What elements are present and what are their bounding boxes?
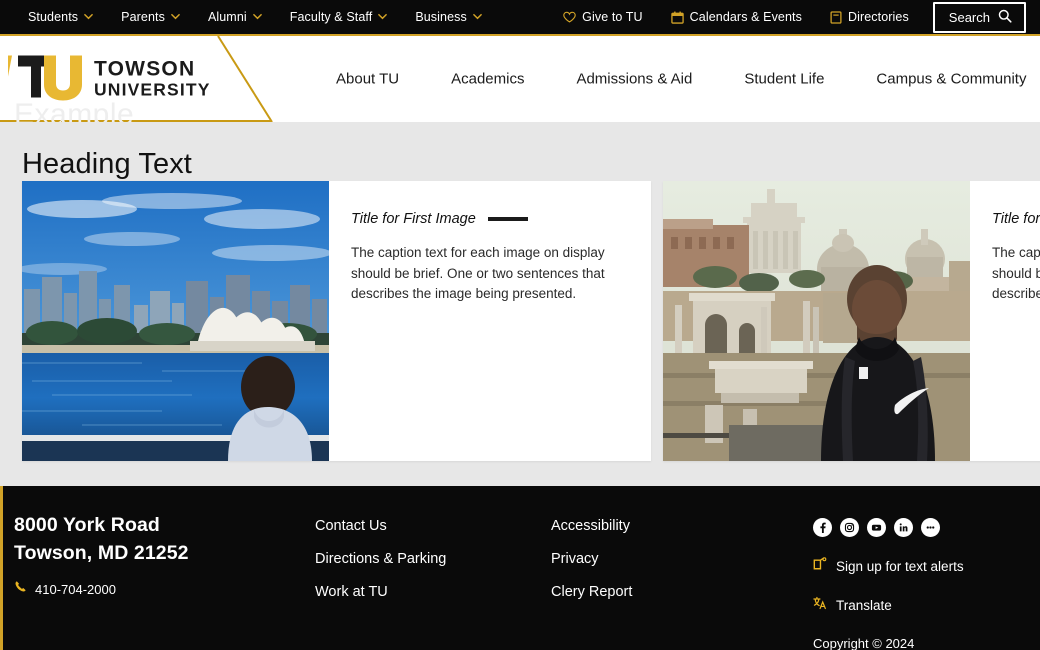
nav-item-about-tu[interactable]: About TU (310, 71, 425, 88)
calendar-icon (670, 11, 684, 24)
card-item[interactable]: Title for First Image The caption text f… (22, 181, 651, 461)
instagram-icon[interactable] (840, 518, 859, 537)
brand-line-2: UNIVERSITY (94, 79, 211, 100)
card-title-row: Title for Second Image (992, 211, 1040, 227)
brand-wordmark: TOWSON UNIVERSITY (94, 59, 211, 100)
more-icon[interactable] (921, 518, 940, 537)
card-image-rome (663, 181, 970, 461)
linkedin-icon[interactable] (894, 518, 913, 537)
utility-bar-right-menu: Give to TU Calendars & Events Directorie… (549, 1, 1026, 33)
book-icon (830, 10, 842, 24)
footer-links-column-1: Contact Us Directions & Parking Work at … (315, 518, 446, 617)
example-watermark: Example (14, 98, 135, 122)
footer-link-privacy[interactable]: Privacy (551, 551, 632, 567)
utility-bar: Students Parents Alumni Faculty & Staff (0, 0, 1040, 36)
footer-link-clery-report[interactable]: Clery Report (551, 584, 632, 600)
chevron-down-icon (171, 12, 180, 21)
footer-link-contact-us[interactable]: Contact Us (315, 518, 446, 534)
utility-menu-business[interactable]: Business (401, 10, 496, 24)
text-alerts-label: Sign up for text alerts (836, 559, 964, 574)
heart-icon (563, 11, 576, 23)
footer-link-work-at-tu[interactable]: Work at TU (315, 584, 446, 600)
calendars-events-label: Calendars & Events (689, 10, 802, 24)
search-button[interactable]: Search (932, 1, 1026, 33)
utility-menu-parents[interactable]: Parents (107, 10, 194, 24)
card-body: Title for Second Image The caption text … (970, 181, 1040, 461)
give-to-tu-link[interactable]: Give to TU (549, 10, 657, 24)
utility-menu-alumni-label: Alumni (207, 10, 247, 24)
phone-icon (14, 580, 27, 598)
facebook-icon[interactable] (813, 518, 832, 537)
translate-icon (813, 596, 827, 615)
utility-menu-faculty-staff[interactable]: Faculty & Staff (276, 10, 402, 24)
chevron-down-icon (473, 12, 482, 21)
search-icon (998, 9, 1012, 26)
page-root: Students Parents Alumni Faculty & Staff (0, 0, 1040, 650)
utility-menu-students[interactable]: Students (14, 10, 107, 24)
phone-number: 410-704-2000 (35, 581, 116, 597)
youtube-icon[interactable] (867, 518, 886, 537)
text-alert-icon (813, 557, 827, 576)
card-body: Title for First Image The caption text f… (329, 181, 651, 461)
nav-item-student-life[interactable]: Student Life (718, 71, 850, 88)
footer-right-column: Sign up for text alerts Translate Copyri… (813, 518, 964, 650)
content-band: Heading Text Title for First Image The c… (0, 122, 1040, 486)
directories-label: Directories (847, 10, 909, 24)
card-title-rule (487, 217, 528, 221)
translate-link[interactable]: Translate (813, 596, 964, 615)
text-alerts-link[interactable]: Sign up for text alerts (813, 557, 964, 576)
nav-item-campus-community[interactable]: Campus & Community (850, 71, 1040, 88)
search-button-label: Search (948, 9, 990, 25)
utility-menu-faculty-staff-label: Faculty & Staff (289, 10, 373, 24)
nav-item-admissions-aid[interactable]: Admissions & Aid (550, 71, 718, 88)
utility-menu-business-label: Business (415, 10, 467, 24)
utility-menu-students-label: Students (28, 10, 79, 24)
card-item[interactable]: Title for Second Image The caption text … (663, 181, 1040, 461)
chevron-down-icon (378, 12, 388, 21)
nav-item-academics[interactable]: Academics (425, 71, 550, 88)
page-title: Heading Text (22, 148, 192, 180)
footer-links-column-2: Accessibility Privacy Clery Report (551, 518, 632, 617)
card-caption: The caption text for each image on displ… (992, 245, 1040, 302)
social-links (813, 518, 964, 537)
address-line-2: Towson, MD 21252 (14, 541, 189, 564)
card-title: Title for First Image (351, 211, 476, 227)
phone-link[interactable]: 410-704-2000 (14, 580, 189, 598)
address-line-1: 8000 York Road (14, 514, 160, 536)
footer-address-block: 8000 York Road Towson, MD 21252 410-704-… (14, 512, 189, 598)
card-caption: The caption text for each image on displ… (351, 245, 605, 302)
chevron-down-icon (84, 12, 93, 21)
footer-link-accessibility[interactable]: Accessibility (551, 518, 632, 534)
brand-line-1: TOWSON (94, 57, 196, 81)
calendars-events-link[interactable]: Calendars & Events (657, 10, 816, 24)
utility-menu-alumni[interactable]: Alumni (194, 10, 276, 24)
primary-navigation: About TU Academics Admissions & Aid Stud… (310, 71, 1040, 88)
card-list: Title for First Image The caption text f… (22, 181, 1040, 461)
utility-bar-left-menu: Students Parents Alumni Faculty & Staff (14, 10, 496, 24)
give-to-tu-label: Give to TU (582, 10, 643, 24)
card-title: Title for Second Image (992, 211, 1040, 227)
card-title-row: Title for First Image (351, 211, 625, 227)
translate-label: Translate (836, 598, 892, 613)
footer-inner: 8000 York Road Towson, MD 21252 410-704-… (3, 486, 1040, 650)
copyright-text: Copyright © 2024 (813, 636, 915, 650)
card-image-sydney (22, 181, 329, 461)
utility-menu-parents-label: Parents (121, 10, 165, 24)
footer-link-directions-parking[interactable]: Directions & Parking (315, 551, 446, 567)
chevron-down-icon (252, 12, 262, 21)
site-footer: 8000 York Road Towson, MD 21252 410-704-… (0, 486, 1040, 650)
directories-link[interactable]: Directories (816, 10, 923, 24)
main-header: TOWSON UNIVERSITY Example About TU Acade… (0, 36, 1040, 122)
